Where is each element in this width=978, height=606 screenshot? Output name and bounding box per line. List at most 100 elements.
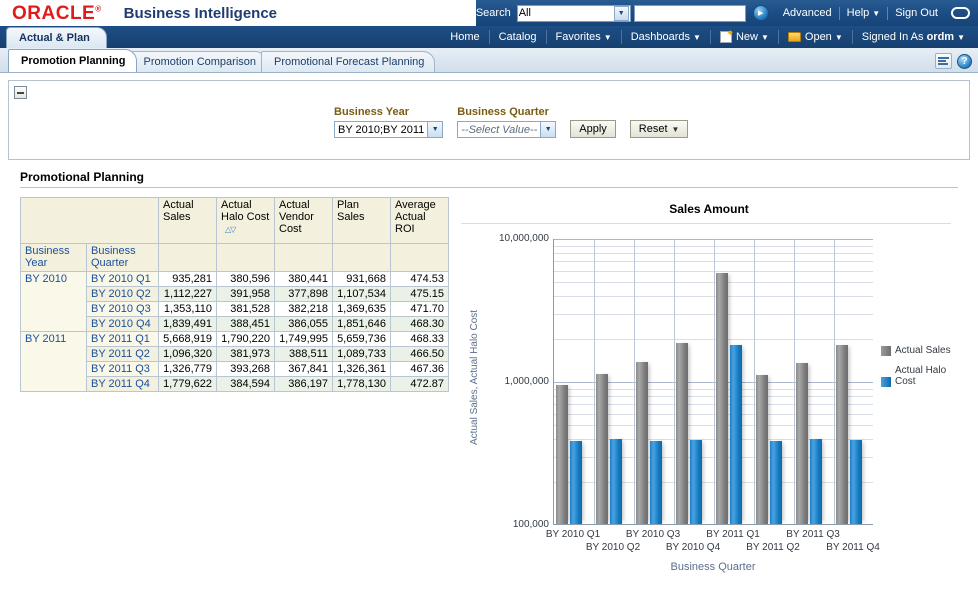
cell-average-actual-roi: 467.36 [391,362,449,377]
chart-x-axis-labels: BY 2010 Q1BY 2010 Q2BY 2010 Q3BY 2010 Q4… [553,527,873,557]
cell-business-quarter[interactable]: BY 2010 Q4 [87,317,159,332]
cell-business-year[interactable]: BY 2011 [21,332,87,392]
apply-button[interactable]: Apply [570,120,616,138]
search-go-icon[interactable]: ▶ [753,5,769,21]
header-actual-halo-cost[interactable]: Actual Halo Cost△▽ [217,198,275,244]
help-menu[interactable]: Help▼ [840,7,888,19]
cell-business-quarter[interactable]: BY 2010 Q1 [87,272,159,287]
nav-open-label: Open [805,31,832,43]
chart-bar-actual-sales[interactable] [716,273,728,524]
global-nav-bar: Home Catalog Favorites▼ Dashboards▼ New▼… [0,26,978,48]
chart-bar-actual-halo-cost[interactable] [810,439,822,524]
nav-signed-in-as[interactable]: Signed In As ordm▼ [853,31,974,43]
sign-out-link[interactable]: Sign Out [888,7,945,19]
cell-actual-vendor-cost: 367,841 [275,362,333,377]
cell-actual-halo-cost: 391,958 [217,287,275,302]
business-year-label: Business Year [334,106,443,118]
header-actual-vendor-cost[interactable]: Actual Vendor Cost [275,198,333,244]
brand-bar: ORACLE® Business Intelligence Search All… [0,0,978,26]
top-utility-bar: Search All ▼ ▶ Advanced Help▼ Sign Out [476,0,978,26]
chart-bar-group [794,239,834,524]
cell-business-quarter[interactable]: BY 2010 Q3 [87,302,159,317]
chart-bar-actual-halo-cost[interactable] [570,441,582,524]
business-quarter-select[interactable]: --Select Value-- ▼ [457,121,556,138]
chevron-down-icon: ▼ [427,122,442,137]
table-dimension-header-row: Business Year Business Quarter [21,244,449,272]
search-scope-select[interactable]: All ▼ [517,5,631,22]
chart-bar-actual-halo-cost[interactable] [770,441,782,524]
chart-x-tick: BY 2011 Q2 [746,542,800,553]
reset-button[interactable]: Reset▼ [630,120,689,138]
chart-bar-actual-sales[interactable] [636,362,648,524]
prompt-controls: Business Year BY 2010;BY 2011 ▼ Business… [334,106,688,138]
header-business-quarter[interactable]: Business Quarter [87,244,159,272]
chart-bar-actual-halo-cost[interactable] [690,440,702,524]
collapse-minus-icon[interactable] [14,86,27,99]
tab-promotion-planning[interactable]: Promotion Planning [8,49,137,72]
nav-catalog[interactable]: Catalog [490,31,546,43]
advanced-link[interactable]: Advanced [776,7,839,19]
cell-actual-halo-cost: 384,594 [217,377,275,392]
tab-promotional-forecast-planning[interactable]: Promotional Forecast Planning [261,51,435,72]
cell-actual-sales: 1,839,491 [159,317,217,332]
nav-home[interactable]: Home [441,31,488,43]
cell-business-quarter[interactable]: BY 2011 Q3 [87,362,159,377]
chart-bar-actual-sales[interactable] [596,374,608,524]
cell-average-actual-roi: 468.33 [391,332,449,347]
chart-bar-actual-sales[interactable] [676,343,688,524]
user-avatar-icon [951,7,970,19]
cell-actual-sales: 1,096,320 [159,347,217,362]
cell-business-quarter[interactable]: BY 2010 Q2 [87,287,159,302]
cell-actual-halo-cost: 380,596 [217,272,275,287]
legend-item-actual-sales[interactable]: Actual Sales [881,345,953,356]
chart-bar-actual-sales[interactable] [556,385,568,524]
cell-actual-vendor-cost: 382,218 [275,302,333,317]
business-year-value: BY 2010;BY 2011 [335,122,427,137]
chart-bar-group [594,239,634,524]
nav-new[interactable]: New▼ [711,31,778,43]
table-row: BY 2011 BY 2011 Q1 5,668,919 1,790,220 1… [21,332,449,347]
nav-open[interactable]: Open▼ [779,31,852,43]
header-actual-sales[interactable]: Actual Sales [159,198,217,244]
sort-arrows-icon[interactable]: △▽ [225,224,235,236]
signed-in-as-label: Signed In As [862,31,924,43]
legend-swatch-icon [881,346,891,356]
header-average-actual-roi[interactable]: Average Actual ROI [391,198,449,244]
cell-actual-halo-cost: 393,268 [217,362,275,377]
chart-bar-actual-sales[interactable] [756,375,768,524]
chart-bar-actual-halo-cost[interactable] [610,439,622,524]
cell-average-actual-roi: 466.50 [391,347,449,362]
chart-bar-actual-halo-cost[interactable] [850,440,862,524]
cell-business-quarter[interactable]: BY 2011 Q1 [87,332,159,347]
cell-business-quarter[interactable]: BY 2011 Q4 [87,377,159,392]
business-year-select[interactable]: BY 2010;BY 2011 ▼ [334,121,443,138]
header-business-year[interactable]: Business Year [21,244,87,272]
cell-business-year[interactable]: BY 2010 [21,272,87,332]
search-input[interactable] [634,5,746,22]
chart-bar-actual-sales[interactable] [796,363,808,524]
tab-promotion-comparison[interactable]: Promotion Comparison [131,51,268,72]
nav-dashboards[interactable]: Dashboards▼ [622,31,710,43]
chart-bar-actual-sales[interactable] [836,345,848,524]
chart-bar-actual-halo-cost[interactable] [730,345,742,524]
product-title: Business Intelligence [124,5,277,22]
dashboard-tab-actual-and-plan[interactable]: Actual & Plan [6,27,107,48]
legend-item-actual-halo-cost[interactable]: Actual Halo Cost [881,365,953,387]
cell-business-quarter[interactable]: BY 2011 Q2 [87,347,159,362]
new-document-icon [720,31,732,43]
chevron-down-icon: ▼ [672,125,680,134]
chevron-down-icon: ▼ [761,33,769,42]
chart-bar-actual-halo-cost[interactable] [650,441,662,524]
cell-average-actual-roi: 475.15 [391,287,449,302]
brand-left-panel: ORACLE® Business Intelligence [0,0,476,26]
nav-favorites[interactable]: Favorites▼ [547,31,621,43]
chart-x-tick: BY 2010 Q3 [626,529,680,540]
cell-actual-halo-cost: 388,451 [217,317,275,332]
table-row: BY 2010 BY 2010 Q1 935,281 380,596 380,4… [21,272,449,287]
header-plan-sales[interactable]: Plan Sales [333,198,391,244]
cell-plan-sales: 931,668 [333,272,391,287]
chart-title-rule [461,223,951,224]
page-options-icon[interactable] [935,53,952,69]
header-spacer [391,244,449,272]
help-icon[interactable]: ? [957,54,972,69]
